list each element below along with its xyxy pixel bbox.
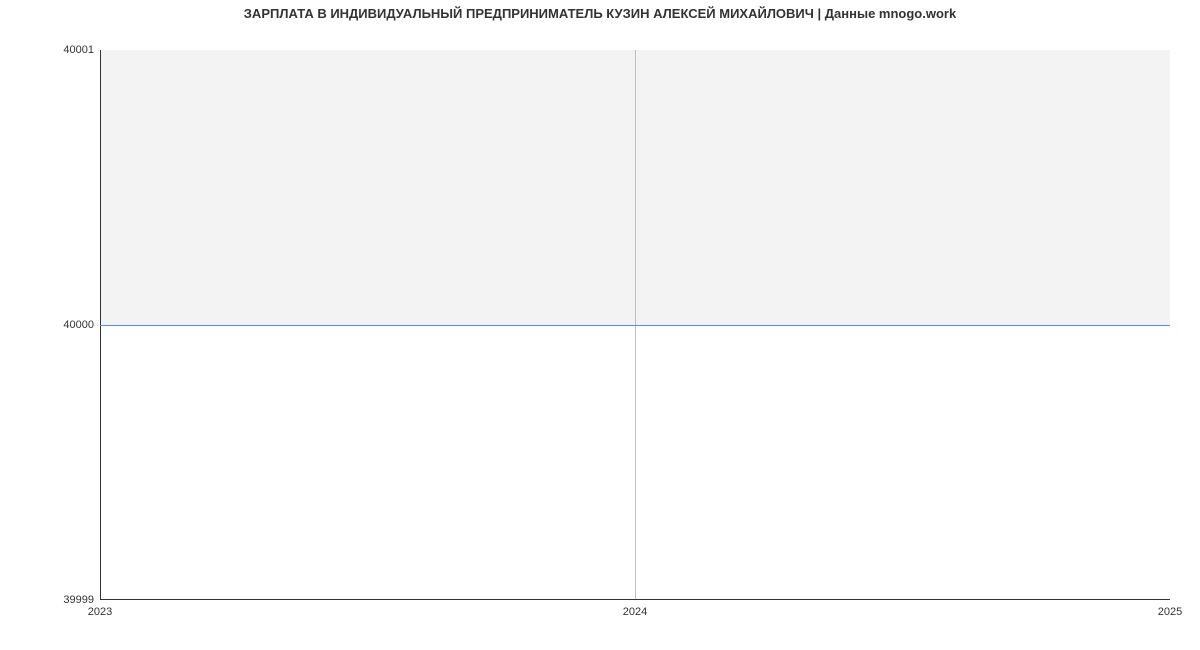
series-line-salary [100,325,1170,326]
y-tick-label: 39999 [4,594,94,606]
y-tick-label: 40000 [4,319,94,331]
x-tick-label: 2025 [1158,606,1182,618]
chart-title: ЗАРПЛАТА В ИНДИВИДУАЛЬНЫЙ ПРЕДПРИНИМАТЕЛ… [0,6,1200,21]
y-tick-label: 40001 [4,44,94,56]
chart-container: ЗАРПЛАТА В ИНДИВИДУАЛЬНЫЙ ПРЕДПРИНИМАТЕЛ… [0,0,1200,650]
x-tick-label: 2024 [623,606,647,618]
x-tick-label: 2023 [88,606,112,618]
